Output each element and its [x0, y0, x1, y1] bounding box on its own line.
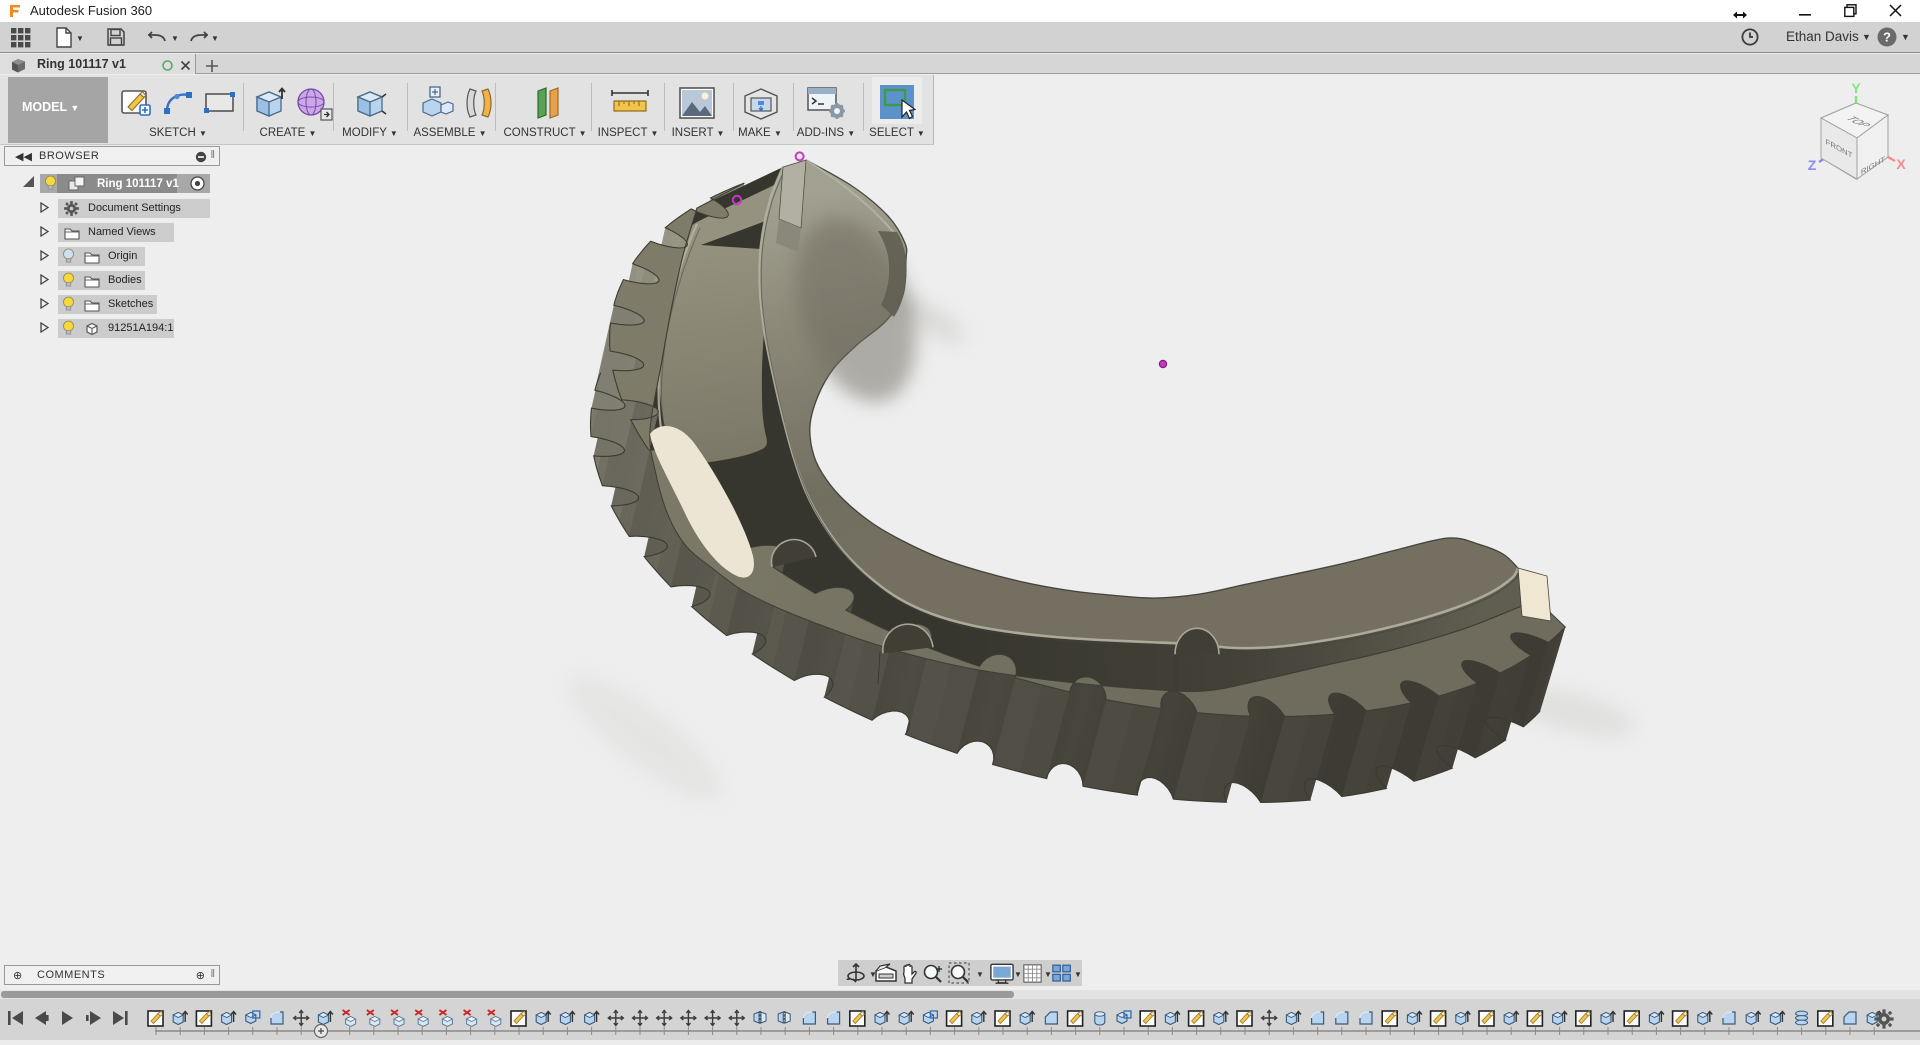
- svg-text:Z: Z: [1808, 157, 1817, 173]
- svg-text:Y: Y: [1851, 80, 1861, 96]
- svg-text:X: X: [1896, 156, 1906, 172]
